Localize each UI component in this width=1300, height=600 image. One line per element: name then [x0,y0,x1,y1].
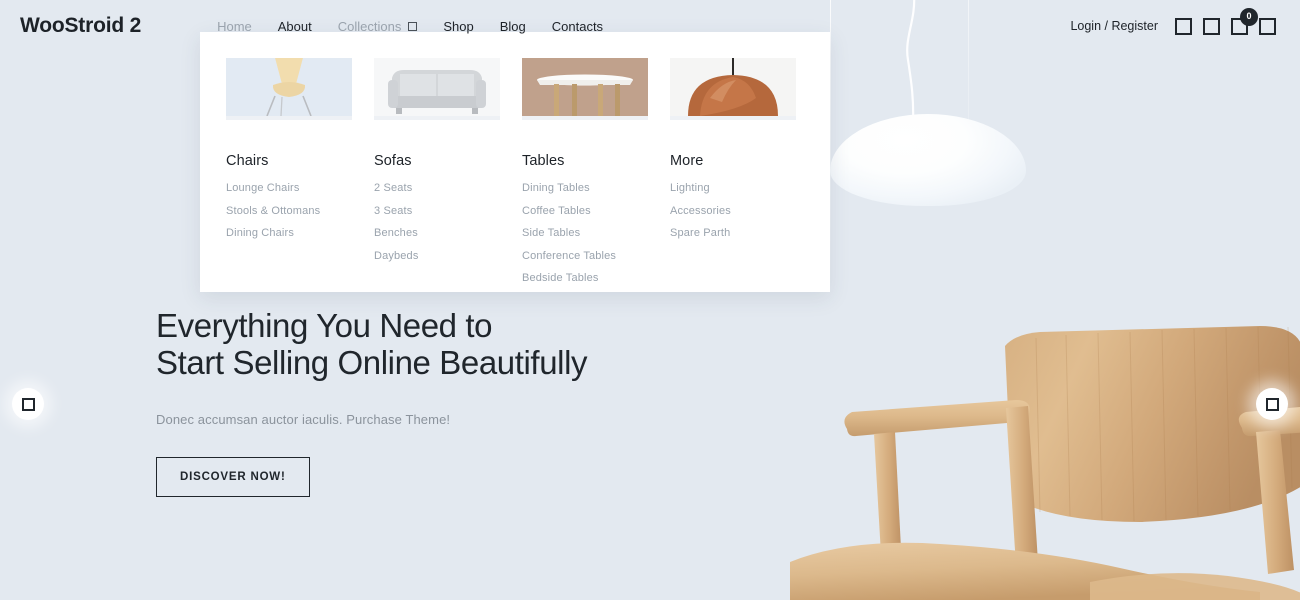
chevron-left-icon [21,397,35,411]
mega-link-2-seats[interactable]: 2 Seats [374,182,500,194]
nav-item-contacts-label: Contacts [551,18,604,34]
cart-icon[interactable]: 0 [1231,7,1258,35]
collections-mega-menu: Chairs Lounge Chairs Stools & Ottomans D… [200,32,830,292]
mega-link-spare-parth[interactable]: Spare Parth [670,227,796,239]
mega-column-title: Tables [522,153,565,169]
wishlist-icon[interactable] [1203,17,1220,35]
mega-link-accessories[interactable]: Accessories [670,205,796,217]
mega-column-links: Lounge Chairs Stools & Ottomans Dining C… [226,182,352,239]
mega-column-more: More Lighting Accessories Spare Parth [670,58,796,292]
tables-thumbnail[interactable] [522,58,648,120]
mega-link-side-tables[interactable]: Side Tables [522,227,648,239]
hero-heading-line-1: Everything You Need to [156,307,493,344]
site-logo[interactable]: WooStroid 2 [20,14,141,38]
mega-link-dining-chairs[interactable]: Dining Chairs [226,227,352,239]
mega-column-tables: Tables Dining Tables Coffee Tables Side … [522,58,648,292]
hero-subtitle: Donec accumsan auctor iaculis. Purchase … [156,411,451,427]
cart-count-badge: 0 [1240,7,1258,26]
mega-link-daybeds[interactable]: Daybeds [374,250,500,262]
mega-column-links: Lighting Accessories Spare Parth [670,182,796,239]
sofas-thumbnail[interactable] [374,58,500,120]
more-thumbnail[interactable] [670,58,796,120]
mega-link-bedside-tables[interactable]: Bedside Tables [522,272,648,284]
page-root: WooStroid 2 Home About Collections Shop … [0,0,1300,600]
nav-item-contacts[interactable]: Contacts [552,19,603,34]
main-navigation: Home About Collections Shop Blog Contact… [217,19,603,34]
nav-item-about[interactable]: About [278,19,312,34]
mega-column-sofas: Sofas 2 Seats 3 Seats Benches Daybeds [374,58,500,292]
mega-column-links: 2 Seats 3 Seats Benches Daybeds [374,182,500,262]
mega-link-dining-tables[interactable]: Dining Tables [522,182,648,194]
pendant-lamp-shade [830,114,1026,206]
nav-item-collections-label: Collections [337,18,402,34]
menu-icon[interactable] [1259,17,1276,35]
mega-column-links: Dining Tables Coffee Tables Side Tables … [522,182,648,284]
mega-column-title: Sofas [374,153,412,169]
nav-item-collections[interactable]: Collections [338,19,418,34]
mega-link-lighting[interactable]: Lighting [670,182,796,194]
hero-heading-line-2: Start Selling Online Beautifully [156,343,588,381]
nav-item-home-label: Home [217,18,252,34]
hero-heading: Everything You Need to Start Selling Onl… [156,307,588,382]
mega-link-lounge-chairs[interactable]: Lounge Chairs [226,182,352,194]
mega-link-benches[interactable]: Benches [374,227,500,239]
nav-item-shop[interactable]: Shop [443,19,473,34]
hero-section: Everything You Need to Start Selling Onl… [156,307,588,497]
mega-column-title: Chairs [226,153,269,169]
slider-prev-button[interactable] [12,388,44,420]
chevron-right-icon [1265,397,1279,411]
site-header: WooStroid 2 Home About Collections Shop … [0,0,1300,52]
nav-item-blog-label: Blog [499,18,526,34]
mega-column-title: More [670,153,704,169]
nav-item-about-label: About [277,18,312,34]
mega-link-3-seats[interactable]: 3 Seats [374,205,500,217]
mega-link-stools-ottomans[interactable]: Stools & Ottomans [226,205,352,217]
mega-link-coffee-tables[interactable]: Coffee Tables [522,205,648,217]
chevron-down-icon [408,21,418,31]
mega-link-conference-tables[interactable]: Conference Tables [522,250,648,262]
nav-item-blog[interactable]: Blog [500,19,526,34]
nav-item-home[interactable]: Home [217,19,252,34]
nav-item-shop-label: Shop [443,18,474,34]
discover-now-button[interactable]: DISCOVER NOW! [156,456,310,497]
wooden-chair-image [790,326,1300,600]
chairs-thumbnail[interactable] [226,54,352,120]
login-register-link[interactable]: Login / Register [1070,19,1158,33]
search-icon[interactable] [1175,17,1192,35]
mega-column-chairs: Chairs Lounge Chairs Stools & Ottomans D… [226,54,352,292]
slider-next-button[interactable] [1256,388,1288,420]
header-actions: Login / Register 0 [1070,7,1280,35]
